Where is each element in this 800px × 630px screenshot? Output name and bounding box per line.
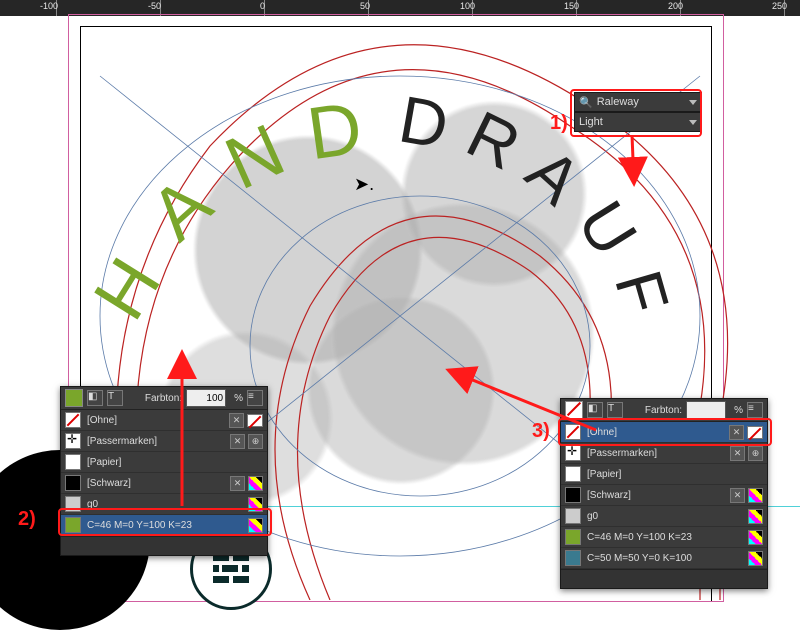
swatch-status-icons: ✕: [229, 413, 263, 428]
fill-proxy-icon[interactable]: [565, 401, 583, 419]
tint-input[interactable]: [186, 389, 226, 407]
swatch-status-icons: ✕⊕: [730, 446, 763, 461]
swatch-row-paper[interactable]: [Papier]: [561, 464, 767, 485]
swatch-status-icons: [748, 530, 763, 545]
swatch-row-black[interactable]: [Schwarz] ✕: [561, 485, 767, 506]
annotation-label-1: 1): [550, 112, 568, 135]
swatch-row-none[interactable]: [Ohne] ✕: [61, 410, 267, 431]
swatch-label: [Schwarz]: [87, 478, 224, 489]
swatches-footer: [561, 569, 767, 588]
swatch-label: [Ohne]: [87, 415, 223, 426]
swatch-icon: [65, 475, 81, 491]
ruler-mark: 200: [668, 1, 683, 11]
ruler-mark: 50: [360, 1, 370, 11]
annotation-box-3: [558, 418, 772, 446]
swatch-label: g0: [587, 511, 742, 522]
swatch-row-black[interactable]: [Schwarz] ✕: [61, 473, 267, 494]
swatch-icon: [565, 466, 581, 482]
swatch-label: C=50 M=50 Y=0 K=100: [587, 553, 742, 564]
fill-proxy-icon[interactable]: [65, 389, 83, 407]
annotation-label-2: 2): [18, 508, 36, 531]
swatch-status-icons: [748, 509, 763, 524]
swatches-footer: [61, 536, 267, 555]
ruler-mark: -100: [40, 1, 58, 11]
swatch-label: [Schwarz]: [587, 490, 724, 501]
swatch-icon: [565, 529, 581, 545]
ruler-mark: 0: [260, 1, 265, 11]
tint-label: Farbton:: [645, 405, 682, 416]
annotation-box-2: [58, 508, 272, 536]
swatch-icon: [565, 445, 581, 461]
container-formatting-icon[interactable]: ◧: [587, 402, 603, 418]
swatch-label: [Papier]: [587, 469, 757, 480]
tint-suffix: %: [734, 405, 743, 416]
text-formatting-icon[interactable]: T: [607, 402, 623, 418]
swatches-header-left: ◧ T Farbton: % ≡: [61, 387, 267, 410]
swatch-label: C=46 M=0 Y=100 K=23: [587, 532, 742, 543]
text-formatting-icon[interactable]: T: [107, 390, 123, 406]
ruler-mark: 150: [564, 1, 579, 11]
tint-label: Farbton:: [145, 393, 182, 404]
annotation-label-3: 3): [532, 420, 550, 443]
swatch-status-icons: [748, 551, 763, 566]
swatch-status-icons: ✕: [230, 476, 263, 491]
text-cursor-icon: ➤.: [354, 174, 374, 195]
ruler-mark: 100: [460, 1, 475, 11]
panel-menu-icon[interactable]: ≡: [247, 390, 263, 406]
swatch-status-icons: ✕⊕: [230, 434, 263, 449]
swatch-status-icons: ✕: [730, 488, 763, 503]
swatch-label: [Papier]: [87, 457, 257, 468]
swatch-icon: [565, 550, 581, 566]
panel-menu-icon[interactable]: ≡: [747, 402, 763, 418]
swatch-icon: [565, 487, 581, 503]
swatch-row-reg[interactable]: [Passermarken] ✕⊕: [61, 431, 267, 452]
tint-suffix: %: [234, 393, 243, 404]
swatch-label: [Passermarken]: [587, 448, 724, 459]
container-formatting-icon[interactable]: ◧: [87, 390, 103, 406]
swatch-label: [Passermarken]: [87, 436, 224, 447]
swatch-row-paper[interactable]: [Papier]: [61, 452, 267, 473]
swatch-row-reg[interactable]: [Passermarken] ✕⊕: [561, 443, 767, 464]
swatch-icon: [65, 454, 81, 470]
ruler-mark: 250: [772, 1, 787, 11]
annotation-box-1: [570, 89, 702, 137]
swatch-row-g0[interactable]: g0: [561, 506, 767, 527]
swatch-row-teal[interactable]: C=50 M=50 Y=0 K=100: [561, 548, 767, 569]
swatch-icon: [65, 412, 81, 428]
ruler-mark: -50: [148, 1, 161, 11]
swatch-icon: [565, 508, 581, 524]
swatch-icon: [65, 433, 81, 449]
tint-input[interactable]: [686, 401, 726, 419]
swatch-row-olive[interactable]: C=46 M=0 Y=100 K=23: [561, 527, 767, 548]
